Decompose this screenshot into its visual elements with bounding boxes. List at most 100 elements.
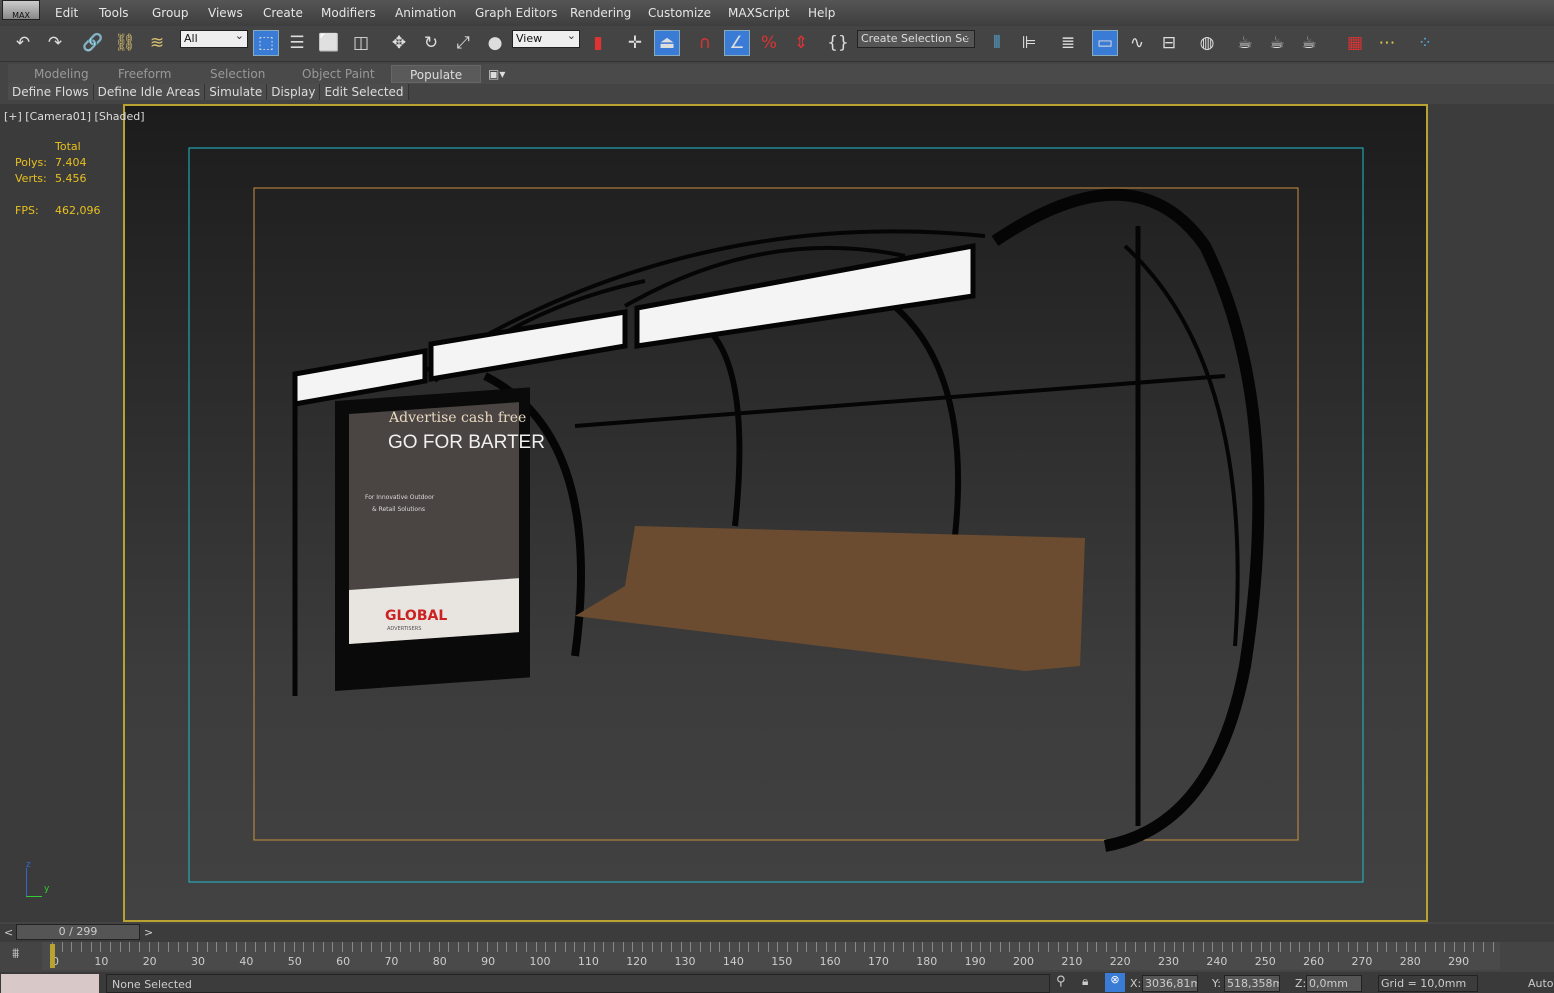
timeline-tick: [487, 942, 488, 952]
timeline-ruler[interactable]: 0102030405060708090100110120130140150160…: [42, 942, 1500, 970]
fps-value: 462,096: [55, 204, 101, 217]
axis-z-label: z: [26, 860, 31, 870]
move-icon[interactable]: ✥: [386, 30, 412, 56]
define-flows-button[interactable]: Define Flows: [8, 84, 94, 100]
verts-label: Verts:: [15, 172, 47, 185]
timeline-tick: [236, 942, 237, 952]
angle-snap-icon[interactable]: ∠: [724, 30, 750, 56]
timeline-tick: [642, 942, 643, 952]
menu-customize[interactable]: Customize: [648, 6, 711, 20]
mirror-icon[interactable]: ⫴: [984, 30, 1010, 56]
measure-icon[interactable]: ⋯: [1374, 30, 1400, 56]
ribbon-options-icon[interactable]: ▣▾: [488, 67, 505, 81]
select-object-icon[interactable]: ⬚: [253, 30, 279, 56]
render-setup-icon[interactable]: ☕: [1232, 30, 1258, 56]
menu-modifiers[interactable]: Modifiers: [321, 6, 376, 20]
curve-editor-icon[interactable]: ∿: [1124, 30, 1150, 56]
timeline-tick: [903, 942, 904, 952]
time-slider[interactable]: 0 / 299: [16, 924, 140, 940]
timeline-tick: [1106, 942, 1107, 952]
viewport-label[interactable]: [+] [Camera01] [Shaded]: [4, 110, 145, 123]
timeline-tick: [323, 942, 324, 952]
selection-status: None Selected: [106, 974, 1050, 993]
keyboard-shortcut-override-icon[interactable]: ⏏: [654, 30, 680, 56]
billboard-brand: GLOBAL: [385, 608, 447, 624]
bind-spacewarp-icon[interactable]: ≋: [144, 30, 170, 56]
window-crossing-icon[interactable]: ◫: [348, 30, 374, 56]
maxscript-listener[interactable]: [1, 974, 99, 993]
timeline-tick: [748, 942, 749, 952]
render-icon[interactable]: ☕: [1296, 30, 1322, 56]
pivot-icon[interactable]: ▮: [585, 30, 611, 56]
grid-icon[interactable]: ▦: [1342, 30, 1368, 56]
menu-animation[interactable]: Animation: [395, 6, 456, 20]
tab-selection[interactable]: Selection: [210, 67, 265, 81]
tab-modeling[interactable]: Modeling: [34, 67, 89, 81]
z-coordinate-field[interactable]: 0,0mm: [1306, 975, 1362, 992]
menu-edit[interactable]: Edit: [55, 6, 78, 20]
next-frame-button[interactable]: >: [144, 926, 153, 939]
particle-icon[interactable]: ⁘: [1412, 30, 1438, 56]
menu-help[interactable]: Help: [808, 6, 835, 20]
edit-named-selection-icon[interactable]: {}: [825, 30, 851, 56]
edit-selected-button[interactable]: Edit Selected: [320, 84, 408, 100]
percent-snap-icon[interactable]: %: [756, 30, 782, 56]
timeline-tick: [1077, 942, 1078, 952]
reference-coordinate-dropdown[interactable]: View: [512, 30, 580, 48]
scene-explorer-icon[interactable]: ▭: [1092, 30, 1118, 56]
menu-rendering[interactable]: Rendering: [570, 6, 631, 20]
polys-value: 7.404: [55, 156, 87, 169]
menu-views[interactable]: Views: [208, 6, 243, 20]
timeline-tick: [81, 942, 82, 952]
rotate-icon[interactable]: ↻: [418, 30, 444, 56]
redo-icon[interactable]: ↷: [42, 30, 68, 56]
align-icon[interactable]: ⊫: [1016, 30, 1042, 56]
timeline-tick: [874, 942, 875, 952]
define-idle-areas-button[interactable]: Define Idle Areas: [94, 84, 206, 100]
timeline-tick: [1067, 942, 1068, 952]
lock-icon[interactable]: 🔒︎: [1082, 974, 1088, 989]
select-by-name-icon[interactable]: ☰: [284, 30, 310, 56]
timeline-label: 110: [578, 955, 599, 968]
menu-maxscript[interactable]: MAXScript: [728, 6, 790, 20]
timeline-label: 240: [1206, 955, 1227, 968]
placement-icon[interactable]: ●: [482, 30, 508, 56]
prev-frame-button[interactable]: <: [4, 926, 13, 939]
rectangular-selection-icon[interactable]: ⬜: [316, 30, 342, 56]
manipulate-icon[interactable]: ✛: [622, 30, 648, 56]
isolate-icon[interactable]: ⚲: [1056, 974, 1066, 989]
timeline-tick: [1193, 942, 1194, 952]
schematic-view-icon[interactable]: ⊟: [1156, 30, 1182, 56]
unlink-icon[interactable]: ⛓: [112, 30, 138, 56]
auto-key-button[interactable]: Auto: [1528, 977, 1554, 990]
scale-icon[interactable]: ⤢: [450, 30, 476, 56]
layer-explorer-icon[interactable]: ≣: [1055, 30, 1081, 56]
menu-create[interactable]: Create: [263, 6, 303, 20]
tab-object-paint[interactable]: Object Paint: [302, 67, 375, 81]
undo-icon[interactable]: ↶: [10, 30, 36, 56]
camera-viewport[interactable]: [123, 104, 1428, 922]
mini-curve-editor-icon[interactable]: ⩩: [12, 946, 19, 962]
absolute-mode-icon[interactable]: ⊗: [1105, 973, 1125, 992]
menu-group[interactable]: Group: [152, 6, 189, 20]
timeline-tick: [303, 942, 304, 952]
tab-populate[interactable]: Populate: [391, 65, 481, 83]
named-selection-dropdown[interactable]: Create Selection Se: [857, 30, 975, 48]
tab-freeform[interactable]: Freeform: [118, 67, 171, 81]
spinner-snap-icon[interactable]: ⇕: [788, 30, 814, 56]
app-logo[interactable]: MAX: [2, 0, 40, 20]
y-coordinate-field[interactable]: 518,358mm: [1224, 975, 1280, 992]
x-coordinate-field[interactable]: 3036,81mm: [1142, 975, 1198, 992]
simulate-button[interactable]: Simulate: [205, 84, 267, 100]
snaps-toggle-icon[interactable]: ∩: [692, 30, 718, 56]
time-cursor[interactable]: [50, 944, 55, 968]
menu-graph-editors[interactable]: Graph Editors: [475, 6, 557, 20]
rendered-frame-icon[interactable]: ☕: [1264, 30, 1290, 56]
material-editor-icon[interactable]: ◍: [1194, 30, 1220, 56]
display-button[interactable]: Display: [267, 84, 320, 100]
menu-tools[interactable]: Tools: [99, 6, 129, 20]
link-icon[interactable]: 🔗: [80, 30, 106, 56]
billboard-brand-sub: ADVERTISERS: [387, 626, 421, 632]
timeline-tick: [700, 942, 701, 952]
selection-filter-dropdown[interactable]: All: [180, 30, 248, 48]
